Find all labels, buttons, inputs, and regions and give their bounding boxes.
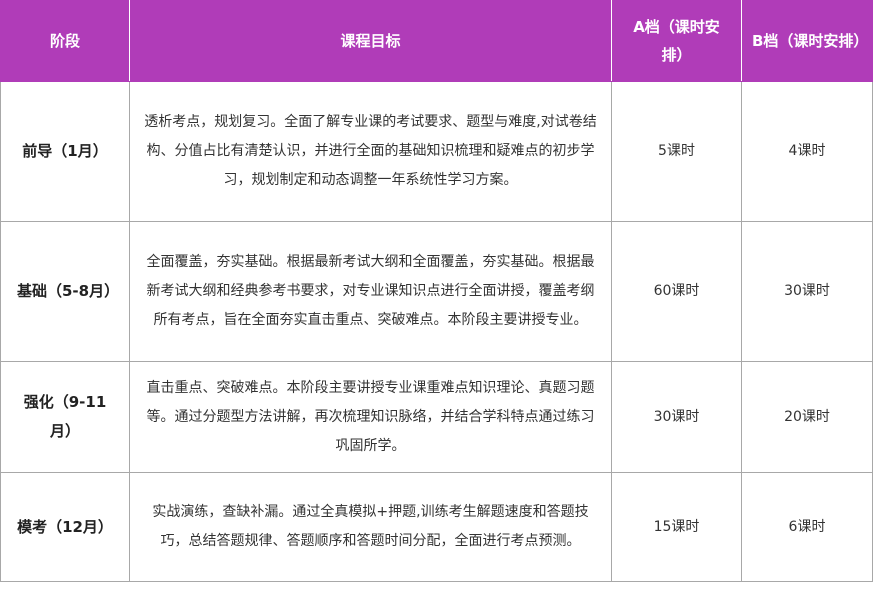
table-row: 强化（9-11月） 直击重点、突破难点。本阶段主要讲授专业课重难点知识理论、真题… [0,361,873,473]
stage-cell: 模考（12月） [0,472,130,582]
a-hours-cell: 5课时 [611,81,742,222]
stage-cell: 强化（9-11月） [0,361,130,473]
goal-cell: 全面覆盖，夯实基础。根据最新考试大纲和全面覆盖，夯实基础。根据最新考试大纲和经典… [129,221,612,362]
stage-cell: 基础（5-8月） [0,221,130,362]
goal-cell: 实战演练，查缺补漏。通过全真模拟+押题,训练考生解题速度和答题技巧，总结答题规律… [129,472,612,582]
table-header-row: 阶段 课程目标 A档（课时安排） B档（课时安排） [0,0,873,82]
a-hours-cell: 30课时 [611,361,742,473]
b-hours-cell: 6课时 [741,472,873,582]
course-schedule-table: 阶段 课程目标 A档（课时安排） B档（课时安排） 前导（1月） 透析考点，规划… [0,0,873,582]
stage-cell: 前导（1月） [0,81,130,222]
header-stage: 阶段 [0,0,130,82]
header-goal: 课程目标 [129,0,612,82]
goal-cell: 透析考点，规划复习。全面了解专业课的考试要求、题型与难度,对试卷结构、分值占比有… [129,81,612,222]
b-hours-cell: 4课时 [741,81,873,222]
table-row: 基础（5-8月） 全面覆盖，夯实基础。根据最新考试大纲和全面覆盖，夯实基础。根据… [0,221,873,362]
table-row: 模考（12月） 实战演练，查缺补漏。通过全真模拟+押题,训练考生解题速度和答题技… [0,472,873,582]
a-hours-cell: 15课时 [611,472,742,582]
table-row: 前导（1月） 透析考点，规划复习。全面了解专业课的考试要求、题型与难度,对试卷结… [0,81,873,222]
header-a-hours: A档（课时安排） [611,0,742,82]
b-hours-cell: 20课时 [741,361,873,473]
header-b-hours: B档（课时安排） [741,0,873,82]
goal-cell: 直击重点、突破难点。本阶段主要讲授专业课重难点知识理论、真题习题等。通过分题型方… [129,361,612,473]
a-hours-cell: 60课时 [611,221,742,362]
b-hours-cell: 30课时 [741,221,873,362]
